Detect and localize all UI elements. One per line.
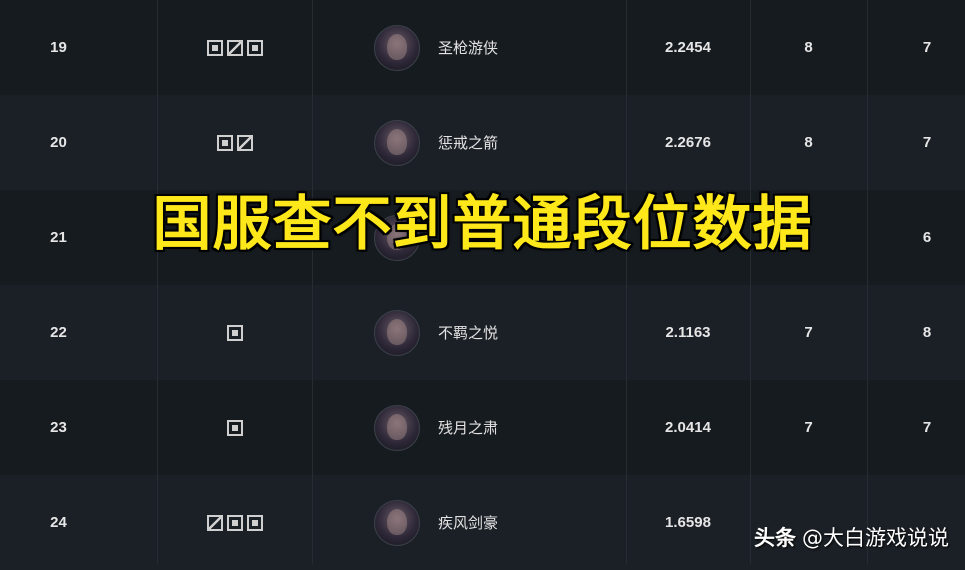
- hero-cell[interactable]: 残月之肃: [312, 380, 626, 475]
- position-icons: [157, 285, 312, 380]
- hero-cell[interactable]: 圣枪游侠: [312, 0, 626, 95]
- position-square-icon: [226, 419, 243, 436]
- hero-avatar[interactable]: [374, 119, 420, 166]
- rank-cell: 22: [50, 324, 67, 341]
- position-diagonal-icon: [226, 39, 243, 56]
- position-icons: [157, 0, 312, 95]
- position-square-icon: [226, 324, 243, 341]
- column-divider: [626, 0, 627, 564]
- position-square-icon: [226, 514, 243, 531]
- score-cell: 2.2454: [665, 39, 711, 56]
- position-square-icon: [216, 134, 233, 151]
- hero-ranking-table: 19 圣枪游侠 2.2454 8 7 20 惩戒之箭 2.2676 8 7 21: [0, 0, 965, 570]
- stat-cell-2: 8: [922, 324, 932, 341]
- position-square-icon: [206, 39, 223, 56]
- overlay-caption: 国服查不到普通段位数据: [151, 187, 813, 259]
- position-icons: [157, 475, 312, 570]
- watermark-account: @大白游戏说说: [802, 526, 949, 550]
- hero-avatar[interactable]: [374, 309, 420, 356]
- position-diagonal-icon: [206, 514, 223, 531]
- stat-cell-1: 8: [804, 39, 813, 56]
- position-icons: [157, 380, 312, 475]
- rank-cell: 19: [50, 39, 67, 56]
- score-cell: 1.6598: [665, 514, 711, 531]
- table-row[interactable]: 19 圣枪游侠 2.2454 8 7: [0, 0, 965, 95]
- watermark: 头条 @大白游戏说说: [754, 522, 949, 552]
- hero-avatar[interactable]: [374, 24, 420, 71]
- rank-cell: 23: [50, 419, 67, 436]
- hero-name[interactable]: 惩戒之箭: [438, 132, 498, 153]
- stat-cell-1: 7: [804, 324, 813, 341]
- column-divider: [750, 0, 751, 564]
- column-divider: [312, 0, 313, 564]
- hero-cell[interactable]: 不羁之悦: [312, 285, 626, 380]
- stat-cell-2: 7: [922, 419, 932, 436]
- hero-cell[interactable]: 疾风剑豪: [312, 475, 626, 570]
- score-cell: 2.1163: [665, 324, 711, 341]
- hero-avatar[interactable]: [374, 404, 420, 451]
- stat-cell-2: 7: [922, 39, 932, 56]
- hero-name[interactable]: 残月之肃: [438, 417, 498, 438]
- table-row[interactable]: 22 不羁之悦 2.1163 7 8: [0, 285, 965, 380]
- stat-cell-2: 7: [922, 134, 932, 151]
- stat-cell-1: 7: [804, 419, 813, 436]
- hero-avatar[interactable]: [374, 499, 420, 546]
- hero-name[interactable]: 不羁之悦: [438, 322, 498, 343]
- watermark-brand: 头条: [754, 526, 796, 550]
- rank-cell: 24: [50, 514, 67, 531]
- column-divider: [157, 0, 158, 564]
- rank-cell: 20: [50, 134, 67, 151]
- hero-name[interactable]: 圣枪游侠: [438, 37, 498, 58]
- table-row[interactable]: 23 残月之肃 2.0414 7 7: [0, 380, 965, 475]
- position-square-icon: [246, 39, 263, 56]
- column-divider: [867, 0, 868, 564]
- score-cell: 2.0414: [665, 419, 711, 436]
- position-square-icon: [246, 514, 263, 531]
- position-diagonal-icon: [236, 134, 253, 151]
- hero-name[interactable]: 疾风剑豪: [438, 512, 498, 533]
